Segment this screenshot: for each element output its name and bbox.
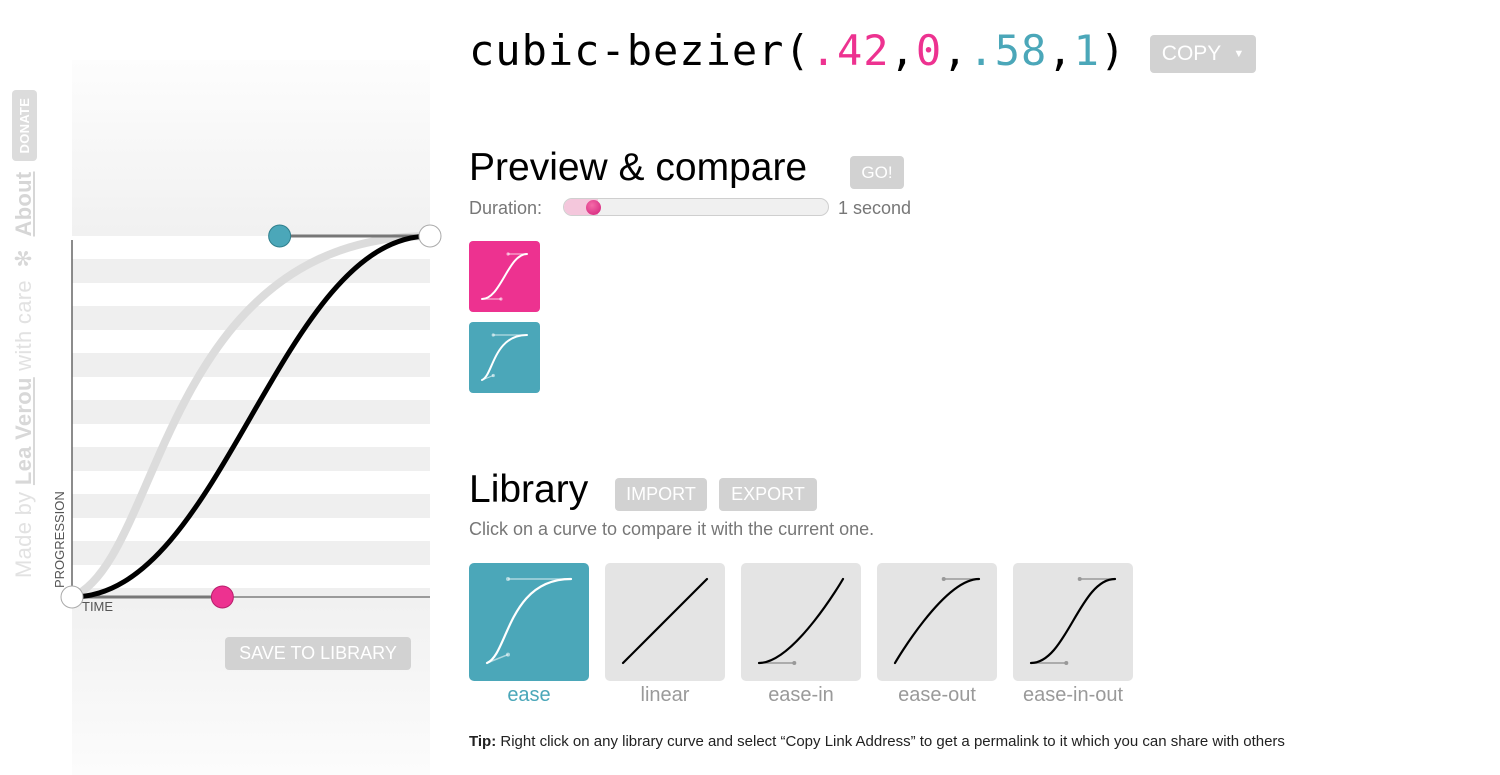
- function-name: cubic-bezier(: [469, 26, 811, 75]
- preview-compare-tile[interactable]: [469, 322, 540, 393]
- mini-curve: [757, 577, 845, 665]
- duration-label: Duration:: [469, 198, 543, 218]
- curve-ease-in-out-icon: [1029, 577, 1117, 665]
- cubic-bezier-output: cubic-bezier(.42,0,.58,1): [469, 26, 1126, 75]
- library-item-label: linear: [640, 684, 690, 706]
- axis-label-progression: PROGRESSION: [52, 491, 67, 588]
- curve-editor[interactable]: [0, 0, 460, 700]
- value-p2y: 1: [1073, 26, 1100, 75]
- mini-handle-dot-1: [499, 297, 503, 301]
- value-p1x: .42: [810, 26, 890, 75]
- library-item-label: ease-out: [898, 684, 976, 706]
- library-item-ease[interactable]: ease: [469, 563, 589, 707]
- mini-handle-dot-2: [1077, 577, 1082, 581]
- library-item-label: ease: [507, 684, 551, 706]
- mini-handle-dot-2: [506, 577, 510, 581]
- comma: ,: [1047, 26, 1074, 75]
- curve-ease-out-icon: [893, 577, 981, 665]
- bezier-curve: [71, 233, 431, 600]
- mini-curve: [481, 253, 528, 300]
- mini-curve: [481, 334, 528, 381]
- mini-handle-dot-2: [506, 252, 510, 256]
- control-point-1-handle[interactable]: [210, 585, 234, 609]
- start-point: [60, 585, 84, 609]
- import-button[interactable]: IMPORT: [615, 478, 707, 511]
- library-hint: Click on a curve to compare it with the …: [469, 519, 875, 539]
- duration-value: 1 second: [838, 198, 912, 218]
- duration-slider[interactable]: [563, 198, 829, 216]
- mini-handle-dot-1: [1064, 661, 1069, 665]
- value-p1y: 0: [915, 26, 943, 75]
- library-item-label: ease-in-out: [1022, 684, 1124, 706]
- preview-current-tile[interactable]: [469, 241, 540, 312]
- mini-handle-dot-1: [491, 373, 495, 378]
- copy-button[interactable]: COPY ▼: [1150, 35, 1256, 73]
- mini-curve: [1029, 577, 1117, 665]
- mini-curve: [621, 577, 709, 665]
- mini-handle-dot-2: [491, 333, 495, 337]
- tip-label: Tip:: [469, 733, 497, 750]
- tip-body: Right click on any library curve and sel…: [496, 733, 1285, 750]
- library-item-linear[interactable]: linear: [605, 563, 725, 707]
- control-point-2-handle[interactable]: [268, 224, 292, 248]
- copy-label: COPY: [1161, 42, 1222, 65]
- mini-handle-dot-1: [792, 661, 797, 665]
- value-p2x: .58: [968, 26, 1048, 75]
- library-curve-thumbnail[interactable]: [1013, 563, 1133, 681]
- library-heading: Library: [469, 468, 589, 511]
- library-item-ease-out[interactable]: ease-out: [877, 563, 997, 707]
- dropdown-caret-icon: ▼: [1233, 48, 1245, 60]
- curve-linear-icon: [621, 577, 709, 665]
- comma: ,: [942, 26, 969, 75]
- close-paren: ): [1099, 26, 1127, 75]
- go-button[interactable]: GO!: [850, 156, 904, 189]
- library-curve-thumbnail[interactable]: [469, 563, 589, 681]
- compare-curve-icon: [481, 333, 528, 381]
- mini-handle-dot-1: [506, 652, 510, 657]
- library-item-label: ease-in: [768, 684, 834, 706]
- curve-ease-in-icon: [757, 577, 845, 665]
- mini-curve: [485, 577, 573, 665]
- mini-handle-dot-2: [941, 577, 946, 581]
- save-to-library-button[interactable]: SAVE TO LIBRARY: [225, 637, 411, 670]
- library-item-ease-in-out[interactable]: ease-in-out: [1013, 563, 1133, 707]
- end-point: [418, 224, 442, 248]
- library-item-ease-in[interactable]: ease-in: [741, 563, 861, 707]
- tip-text: Tip: Right click on any library curve an…: [469, 733, 1285, 750]
- current-curve-icon: [481, 252, 528, 301]
- library-curve-thumbnail[interactable]: [605, 563, 725, 681]
- slider-thumb[interactable]: [586, 200, 601, 215]
- export-button[interactable]: EXPORT: [719, 478, 817, 511]
- comma: ,: [889, 26, 916, 75]
- mini-curve: [893, 577, 981, 665]
- library-curve-thumbnail[interactable]: [877, 563, 997, 681]
- curve-ease-icon: [485, 577, 573, 665]
- axis-label-time: TIME: [82, 599, 114, 614]
- library-curve-thumbnail[interactable]: [741, 563, 861, 681]
- preview-heading: Preview & compare: [469, 146, 808, 189]
